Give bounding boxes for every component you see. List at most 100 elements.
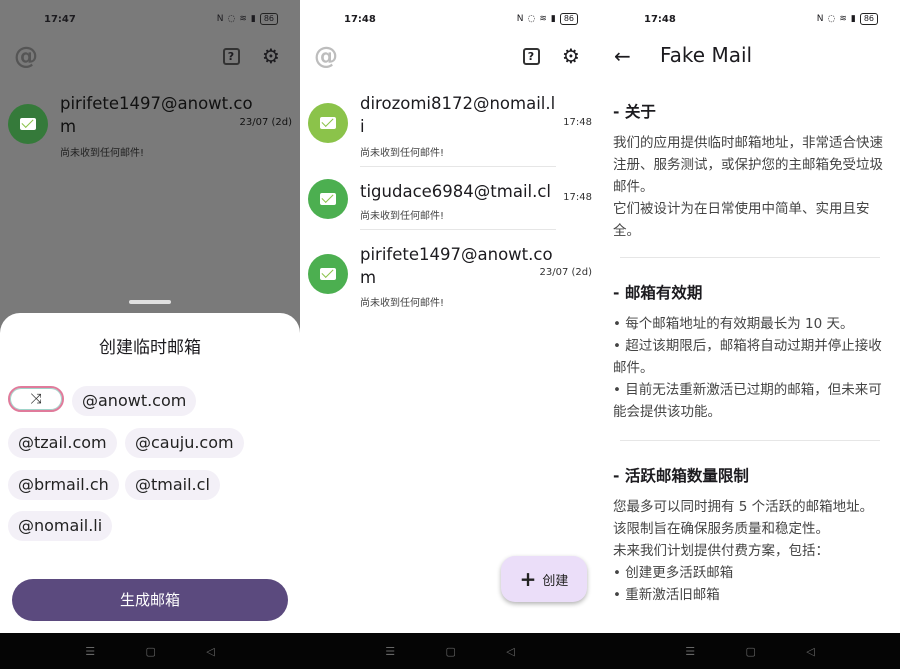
section-text: • 超过该期限后，邮箱将自动过期并停止接收邮件。 (613, 338, 882, 376)
menu-icon[interactable]: ☰ (85, 645, 95, 658)
section-text: • 目前无法重新激活已过期的邮箱，但未来可能会提供该功能。 (613, 382, 882, 420)
nfc-icon: N (516, 14, 524, 24)
app-bar: @ ? ⚙ (300, 38, 600, 74)
domain-chip[interactable]: @brmail.ch (8, 470, 119, 500)
app-bar: @ ? ⚙ (0, 38, 300, 74)
menu-icon[interactable]: ☰ (685, 645, 695, 658)
status-time: 17:48 (344, 13, 376, 25)
divider (620, 440, 880, 441)
status-bar: 17:47 N ◌ ≋ ▮ 86 (0, 0, 300, 38)
section-text: • 重新激活旧邮箱 (613, 587, 720, 603)
signal-icon: ▮ (850, 14, 856, 24)
mail-avatar (8, 104, 48, 144)
back-arrow-icon[interactable]: ← (614, 44, 631, 68)
section-text: • 每个邮箱地址的有效期最长为 10 天。 (613, 316, 854, 332)
section-heading: - 关于 (613, 103, 656, 121)
plus-icon: + (519, 567, 537, 591)
home-icon[interactable]: ▢ (145, 645, 155, 658)
section-text: 我们的应用提供临时邮箱地址，非常适合快速注册、服务测试，或保护您的主邮箱免受垃圾… (613, 135, 883, 195)
help-icon: ? (522, 47, 540, 65)
back-icon[interactable]: ◁ (806, 645, 814, 658)
page-title: Fake Mail (660, 43, 753, 67)
menu-icon[interactable]: ☰ (385, 645, 395, 658)
home-icon[interactable]: ▢ (445, 645, 455, 658)
mail-subtitle: 尚未收到任何邮件! (60, 148, 145, 159)
mail-time: 23/07 (2d) (239, 117, 292, 128)
gear-icon: ⚙ (562, 44, 580, 68)
status-bar: 17:48 N ◌ ≋ ▮ 86 (600, 0, 900, 38)
section-heading: - 活跃邮箱数量限制 (613, 467, 749, 485)
nfc-icon: N (216, 14, 224, 24)
section-text: 它们被设计为在日常使用中简单、实用且安全。 (613, 201, 870, 239)
shuffle-icon: ⤨ (30, 391, 42, 407)
back-icon[interactable]: ◁ (506, 645, 514, 658)
status-bar: 17:48 N ◌ ≋ ▮ 86 (300, 0, 600, 38)
section-heading: - 邮箱有效期 (613, 284, 703, 302)
gear-icon: ⚙ (262, 44, 280, 68)
mail-address: pirifete1497@anowt.com (360, 245, 553, 287)
settings-button[interactable]: ⚙ (560, 44, 582, 68)
vibrate-icon: ◌ (527, 14, 536, 24)
mail-avatar (308, 103, 348, 143)
system-nav-bar: ☰ ▢ ◁ (0, 633, 300, 669)
help-icon: ? (222, 47, 240, 65)
status-time: 17:47 (44, 13, 76, 25)
mail-icon (20, 118, 36, 130)
generate-mailbox-button[interactable]: 生成邮箱 (12, 579, 288, 621)
domain-chip[interactable]: @tzail.com (8, 428, 117, 458)
system-nav-bar: ☰ ▢ ◁ (300, 633, 600, 669)
mail-address: pirifete1497@anowt.com (60, 94, 253, 136)
validity-section: - 邮箱有效期 • 每个邮箱地址的有效期最长为 10 天。 • 超过该期限后，邮… (613, 281, 888, 423)
mail-time: 23/07 (2d) (539, 267, 592, 278)
shuffle-button[interactable]: ⤨ (8, 386, 64, 412)
screen-about: 17:48 N ◌ ≋ ▮ 86 ← Fake Mail - 关于 我们的应用提… (600, 0, 900, 669)
create-mailbox-fab[interactable]: + 创建 (501, 556, 587, 602)
screen-mail-list: 17:48 N ◌ ≋ ▮ 86 @ ? ⚙ dirozomi8172@noma… (300, 0, 600, 669)
vibrate-icon: ◌ (827, 14, 836, 24)
about-section: - 关于 我们的应用提供临时邮箱地址，非常适合快速注册、服务测试，或保护您的主邮… (613, 100, 888, 242)
battery-icon: 86 (259, 13, 278, 25)
mail-subtitle: 尚未收到任何邮件! (360, 148, 445, 159)
sheet-drag-handle[interactable] (129, 300, 171, 304)
mail-address: dirozomi8172@nomail.li (360, 94, 556, 136)
mail-subtitle: 尚未收到任何邮件! (360, 298, 445, 309)
system-nav-bar: ☰ ▢ ◁ (600, 633, 900, 669)
domain-chip[interactable]: @anowt.com (72, 386, 197, 416)
limit-section: - 活跃邮箱数量限制 您最多可以同时拥有 5 个活跃的邮箱地址。 该限制旨在确保… (613, 464, 888, 606)
divider (360, 229, 556, 230)
screen-create-sheet: 17:47 N ◌ ≋ ▮ 86 @ ? ⚙ pirifete1497@anow… (0, 0, 300, 669)
divider (360, 166, 556, 167)
help-button[interactable]: ? (520, 45, 542, 67)
battery-icon: 86 (859, 13, 878, 25)
settings-button[interactable]: ⚙ (260, 44, 282, 68)
wifi-icon: ≋ (839, 14, 847, 24)
section-text: 您最多可以同时拥有 5 个活跃的邮箱地址。 (613, 499, 874, 515)
at-logo-icon: @ (314, 42, 338, 70)
signal-icon: ▮ (250, 14, 256, 24)
domain-chip[interactable]: @nomail.li (8, 511, 113, 541)
status-time: 17:48 (644, 13, 676, 25)
domain-chip[interactable]: @tmail.cl (125, 470, 220, 500)
help-button[interactable]: ? (220, 45, 242, 67)
wifi-icon: ≋ (239, 14, 247, 24)
mail-subtitle: 尚未收到任何邮件! (360, 211, 445, 222)
nfc-icon: N (816, 14, 824, 24)
home-icon[interactable]: ▢ (745, 645, 755, 658)
wifi-icon: ≋ (539, 14, 547, 24)
create-mailbox-sheet: 创建临时邮箱 ⤨ @anowt.com @tzail.com @cauju.co… (0, 313, 300, 633)
mail-icon (320, 193, 336, 205)
divider (620, 257, 880, 258)
mail-icon (320, 117, 336, 129)
mail-avatar (308, 254, 348, 294)
mail-address: tigudace6984@tmail.cl (360, 182, 552, 201)
section-text: • 创建更多活跃邮箱 (613, 565, 734, 581)
back-icon[interactable]: ◁ (206, 645, 214, 658)
mail-time: 17:48 (563, 192, 592, 203)
battery-icon: 86 (559, 13, 578, 25)
mail-time: 17:48 (563, 117, 592, 128)
fab-label: 创建 (542, 573, 569, 589)
vibrate-icon: ◌ (227, 14, 236, 24)
signal-icon: ▮ (550, 14, 556, 24)
domain-chip[interactable]: @cauju.com (125, 428, 244, 458)
at-logo-icon: @ (14, 42, 38, 70)
